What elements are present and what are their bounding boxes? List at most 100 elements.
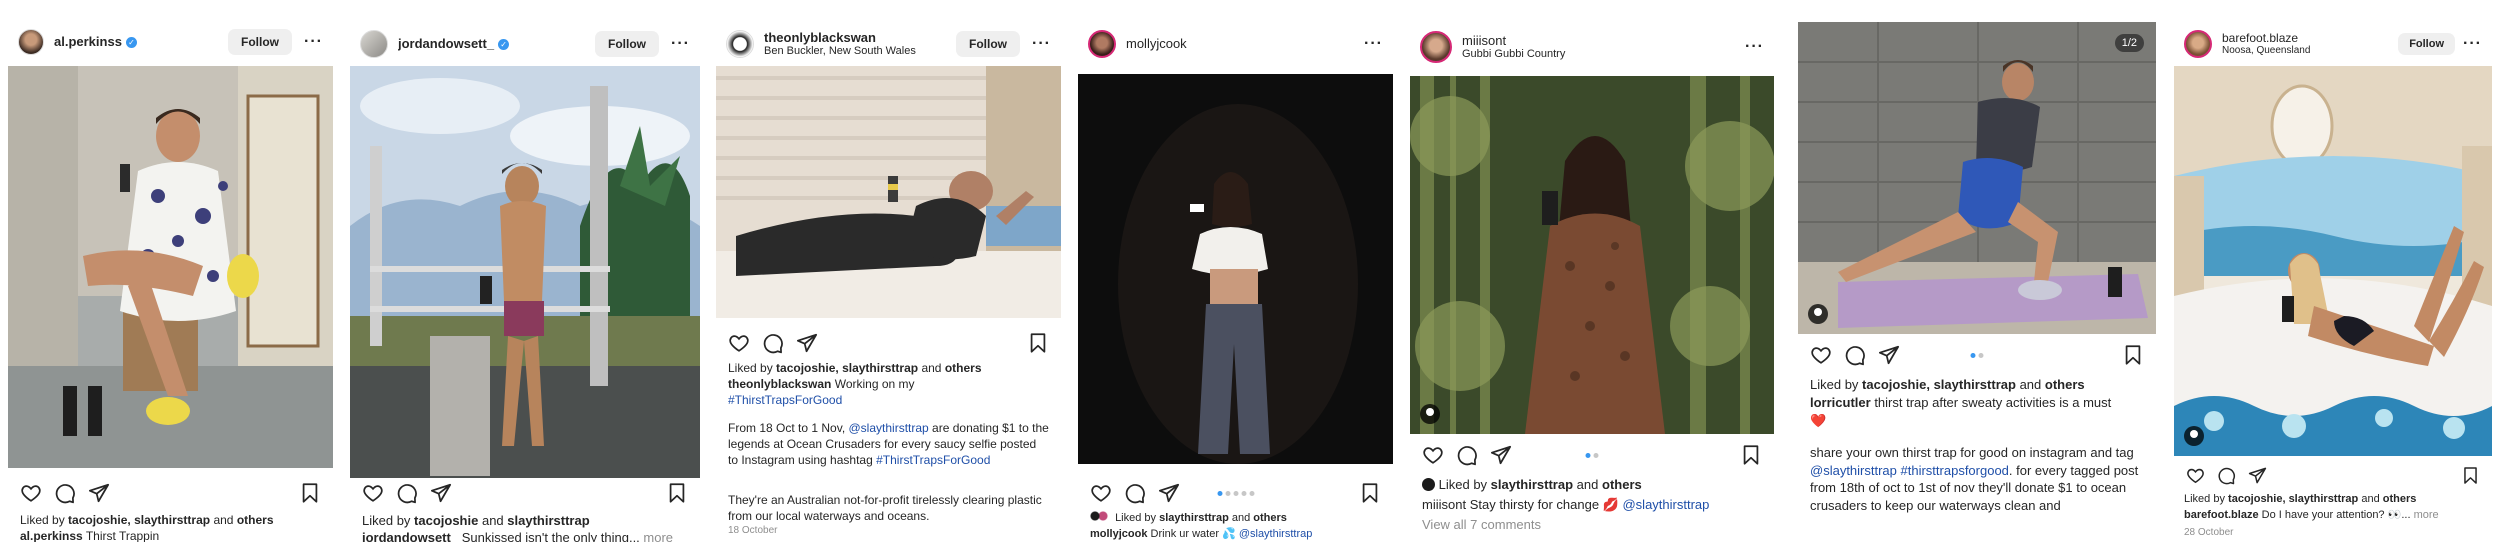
share-icon[interactable] xyxy=(1490,444,1512,466)
caption: mollyjcook Drink ur water 💦 @slaythirstt… xyxy=(1090,528,1313,540)
post-photo[interactable] xyxy=(350,66,700,478)
follow-button[interactable]: Follow xyxy=(228,29,293,55)
follow-button[interactable]: Follow xyxy=(2398,33,2456,55)
comment-icon[interactable] xyxy=(2217,466,2236,485)
comment-icon[interactable] xyxy=(1844,344,1866,366)
heart-icon[interactable] xyxy=(362,482,384,504)
hashtag[interactable]: #ThirstTrapsForGood xyxy=(876,453,990,467)
share-icon[interactable] xyxy=(2248,466,2267,485)
avatar[interactable] xyxy=(1420,31,1452,63)
photo-illustration xyxy=(350,66,700,478)
avatar[interactable] xyxy=(2184,30,2212,58)
mention[interactable]: @slaythirsttrap xyxy=(849,421,929,435)
heart-icon[interactable] xyxy=(1090,482,1112,504)
follow-button[interactable]: Follow xyxy=(956,31,1021,57)
user-tag-icon[interactable] xyxy=(1808,304,1828,324)
post-header: theonlyblackswan Ben Buckler, New South … xyxy=(716,22,1061,66)
bookmark-icon[interactable] xyxy=(666,482,688,504)
bookmark-icon[interactable] xyxy=(2122,344,2144,366)
username[interactable]: miiisont xyxy=(1462,33,1745,49)
username[interactable]: al.perkinss xyxy=(54,34,122,49)
caption: theonlyblackswan Working on my #ThirstTr… xyxy=(728,377,915,408)
user-tag-icon[interactable] xyxy=(1420,404,1440,424)
likes-line: Liked by slaythirsttrap and others xyxy=(1090,511,1381,526)
action-bar xyxy=(2174,462,2492,488)
mention[interactable]: @slaythirsttrap xyxy=(1810,463,1897,478)
caption: miiisont Stay thirsty for change 💋 @slay… xyxy=(1422,497,1710,512)
heart-icon[interactable] xyxy=(728,332,750,354)
avatar[interactable] xyxy=(1088,30,1116,58)
user-tag-icon[interactable] xyxy=(2184,426,2204,446)
more-icon[interactable]: ··· xyxy=(1364,35,1383,53)
bookmark-icon[interactable] xyxy=(1027,332,1049,354)
avatar[interactable] xyxy=(360,30,388,58)
share-icon[interactable] xyxy=(430,482,452,504)
carousel-dots xyxy=(1217,490,1254,496)
username[interactable]: jordandowsett_ xyxy=(398,36,494,51)
location[interactable]: Gubbi Gubbi Country xyxy=(1462,48,1745,61)
username[interactable]: barefoot.blaze xyxy=(2222,31,2398,45)
photo-illustration xyxy=(1410,76,1774,434)
share-icon[interactable] xyxy=(796,332,818,354)
follow-button[interactable]: Follow xyxy=(595,31,660,57)
more-link[interactable]: more xyxy=(643,530,673,542)
photo-illustration xyxy=(2174,66,2492,456)
hashtag[interactable]: #thirsttrapsforgood xyxy=(1901,463,2009,478)
heart-icon[interactable] xyxy=(1422,444,1444,466)
more-icon[interactable]: ··· xyxy=(1745,38,1764,56)
comment-icon[interactable] xyxy=(54,482,76,504)
post-card-3: theonlyblackswan Ben Buckler, New South … xyxy=(716,22,1061,542)
post-photo[interactable]: 1/2 xyxy=(1798,22,2156,334)
post-card-4: mollyjcook ··· Liked by slaythirsttrap a… xyxy=(1078,22,1393,542)
post-card-5: miiisont Gubbi Gubbi Country ··· Liked b… xyxy=(1410,22,1774,542)
location[interactable]: Ben Buckler, New South Wales xyxy=(764,45,956,58)
mention[interactable]: @slaythirsttrap xyxy=(1622,497,1709,512)
view-comments-link[interactable]: View all 7 comments xyxy=(1422,516,1762,534)
post-photo[interactable] xyxy=(8,66,333,468)
action-bar xyxy=(1078,480,1393,506)
post-photo[interactable] xyxy=(1078,74,1393,464)
hashtag[interactable]: #ThirstTrapsForGood xyxy=(728,393,842,407)
comment-icon[interactable] xyxy=(762,332,784,354)
comment-icon[interactable] xyxy=(396,482,418,504)
bookmark-icon[interactable] xyxy=(1359,482,1381,504)
post-card-1: al.perkinss ✓ Follow ··· Liked by tacojo… xyxy=(8,22,333,542)
likes-line: Liked by tacojoshie, slaythirsttrap and … xyxy=(1810,377,2085,392)
bookmark-icon[interactable] xyxy=(1740,444,1762,466)
caption-paragraph-2: From 18 Oct to 1 Nov, @slaythirsttrap ar… xyxy=(728,421,1049,468)
avatar[interactable] xyxy=(726,30,754,58)
verified-icon: ✓ xyxy=(498,39,510,51)
heart-icon[interactable] xyxy=(2186,466,2205,485)
action-bar xyxy=(1798,342,2156,368)
action-bar xyxy=(350,480,700,506)
share-icon[interactable] xyxy=(1878,344,1900,366)
more-icon[interactable]: ··· xyxy=(671,35,690,53)
likes-line: Liked by tacojoshie, slaythirsttrap and … xyxy=(20,513,274,527)
post-photo[interactable] xyxy=(716,66,1061,318)
carousel-counter: 1/2 xyxy=(2114,34,2144,52)
bookmark-icon[interactable] xyxy=(299,482,321,504)
location[interactable]: Noosa, Queensland xyxy=(2222,45,2398,57)
avatar[interactable] xyxy=(18,29,44,55)
action-bar xyxy=(8,480,333,506)
bookmark-icon[interactable] xyxy=(2461,466,2480,485)
more-icon[interactable]: ··· xyxy=(1032,35,1051,53)
caption: lorricutler thirst trap after sweaty act… xyxy=(1810,395,2112,428)
post-photo[interactable] xyxy=(1410,76,1774,434)
share-icon[interactable] xyxy=(1158,482,1180,504)
heart-icon[interactable] xyxy=(20,482,42,504)
more-link[interactable]: more xyxy=(2414,509,2439,521)
username[interactable]: theonlyblackswan xyxy=(764,30,956,46)
comment-icon[interactable] xyxy=(1456,444,1478,466)
post-photo[interactable] xyxy=(2174,66,2492,456)
comment-icon[interactable] xyxy=(1124,482,1146,504)
mention[interactable]: @slaythirsttrap xyxy=(1239,528,1313,540)
more-icon[interactable]: ··· xyxy=(2463,35,2482,53)
heart-icon[interactable] xyxy=(1810,344,1832,366)
share-icon[interactable] xyxy=(88,482,110,504)
username[interactable]: mollyjcook xyxy=(1126,36,1187,51)
post-date: 18 October xyxy=(728,525,778,536)
caption: barefoot.blaze Do I have your attention?… xyxy=(2184,509,2439,521)
more-icon[interactable]: ··· xyxy=(304,33,323,51)
caption-paragraph-2: share your own thirst trap for good on i… xyxy=(1810,445,2139,513)
